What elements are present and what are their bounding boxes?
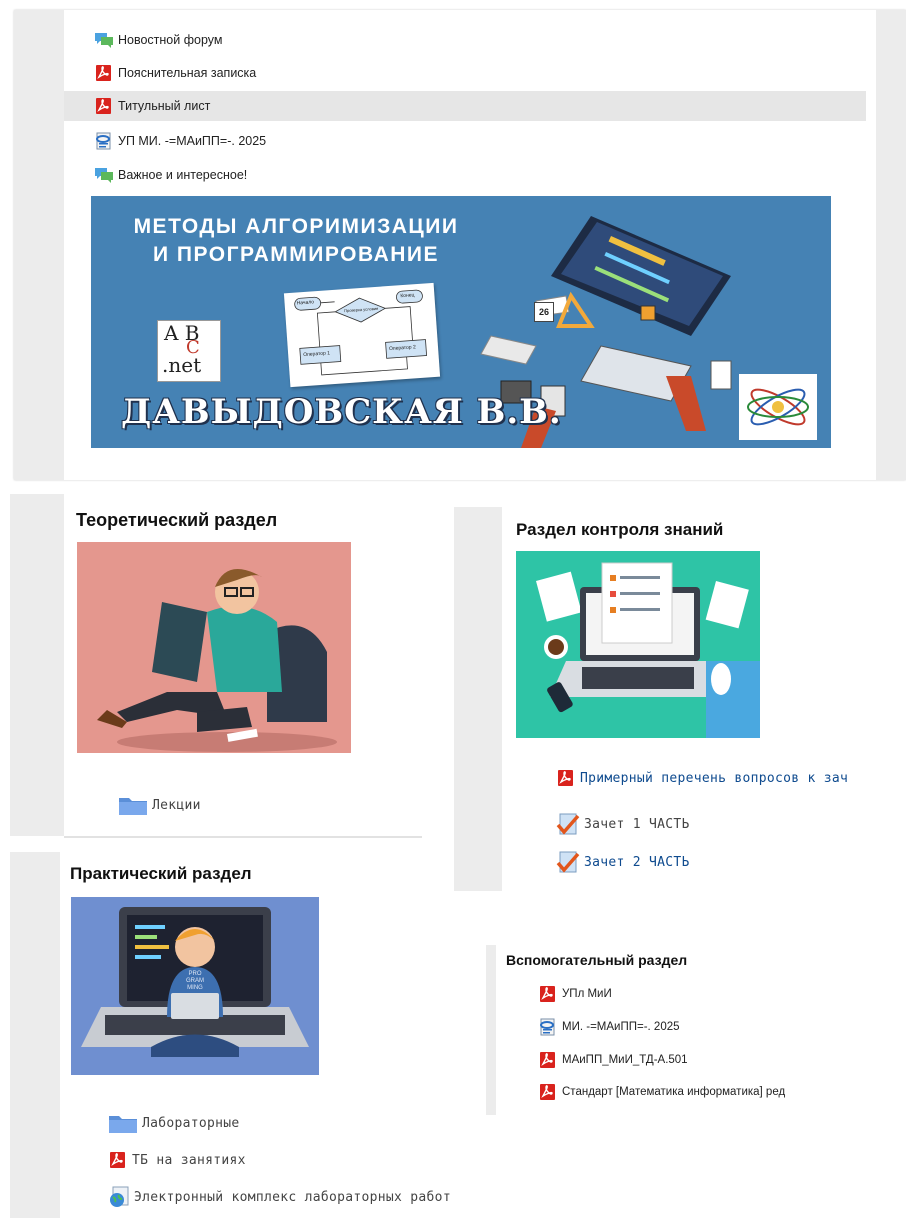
link-important[interactable]: Важное и интересное! [94, 165, 247, 185]
forum-icon [94, 30, 114, 50]
banner-author: ДАВЫДОВСКАЯ В.В. [121, 392, 562, 432]
link-label: Электронный комплекс лабораторных работ [134, 1189, 451, 1205]
top-panel-right-gutter [876, 10, 906, 480]
top-panel-left-gutter [14, 10, 64, 480]
link-label: Титульный лист [118, 99, 211, 113]
link-label: ТБ на занятиях [132, 1152, 246, 1168]
control-illustration [516, 551, 760, 738]
control-gutter [454, 507, 502, 891]
link-label: Зачет 1 ЧАСТЬ [584, 816, 690, 832]
practice-safety-pdf[interactable]: ТБ на занятиях [108, 1150, 246, 1170]
link-explanatory-note[interactable]: Пояснительная записка [94, 63, 256, 83]
practice-ecomplex-link[interactable]: Электронный комплекс лабораторных работ [108, 1186, 451, 1208]
folder-icon [108, 1112, 138, 1134]
aux-plan-doc[interactable]: МИ. -=МАиПП=-. 2025 [538, 1017, 680, 1037]
control-questions-pdf[interactable]: Примерный перечень вопросов к зач [556, 768, 848, 788]
link-label: Важное и интересное! [118, 168, 248, 182]
practice-labs-folder[interactable]: Лабораторные [108, 1112, 240, 1134]
pdf-icon [538, 1082, 558, 1102]
control-test-part2[interactable]: Зачет 2 ЧАСТЬ [556, 850, 690, 874]
link-label: Лабораторные [142, 1115, 240, 1131]
aux-gutter [486, 945, 496, 1115]
aux-curriculum-pdf[interactable]: УПл МиИ [538, 984, 612, 1004]
theory-bottom-rule [64, 836, 422, 838]
link-label: УП МИ. -=МАиПП=-. 2025 [118, 134, 267, 148]
atom-logo [739, 374, 817, 440]
link-label: УПл МиИ [562, 988, 612, 1000]
practice-section-title: Практический раздел [70, 864, 252, 883]
control-test-part1[interactable]: Зачет 1 ЧАСТЬ [556, 812, 690, 836]
pdf-icon [94, 63, 114, 83]
document-icon [538, 1017, 558, 1037]
abcnet-logo: A B C .net [157, 320, 221, 382]
globe-icon [108, 1186, 130, 1208]
pdf-icon [538, 984, 558, 1004]
shirt-text: PRO GRAM MING [186, 971, 204, 991]
pdf-icon [94, 96, 114, 116]
practice-illustration: PRO GRAM MING [71, 897, 319, 1075]
banner-title-line2: И ПРОГРАММИРОВАНИЕ [152, 243, 439, 266]
link-title-page[interactable]: Титульный лист [94, 96, 210, 116]
pdf-icon [538, 1050, 558, 1070]
calendar-icon: 26 [534, 302, 554, 322]
link-curriculum[interactable]: УП МИ. -=МАиПП=-. 2025 [94, 131, 266, 151]
banner-title-line1: МЕТОДЫ АЛГОРИМИЗАЦИИ [133, 215, 459, 238]
theory-gutter [10, 494, 64, 836]
document-icon [94, 131, 114, 151]
theory-illustration [77, 542, 351, 753]
link-label: Стандарт [Математика информатика] ред [562, 1086, 786, 1098]
theory-lectures-folder[interactable]: Лекции [118, 794, 201, 816]
flow-label: Начало [296, 299, 315, 307]
link-label: Лекции [152, 797, 201, 813]
logo-net: .net [162, 353, 202, 377]
pdf-icon [108, 1150, 128, 1170]
flowchart-illustration: Начало Проверка условия Конец Оператор 1… [283, 282, 441, 388]
theory-section-title: Теоретический раздел [76, 510, 278, 530]
practice-gutter [10, 852, 60, 1218]
pdf-icon [556, 768, 576, 788]
flow-label: Конец [400, 292, 415, 300]
link-label: Новостной форум [118, 33, 223, 47]
link-label: Пояснительная записка [118, 66, 257, 80]
control-section-title: Раздел контроля знаний [516, 520, 724, 539]
link-label: МАиПП_МиИ_ТД-А.501 [562, 1054, 688, 1066]
quiz-icon [556, 812, 580, 836]
link-news-forum[interactable]: Новостной форум [94, 30, 222, 50]
aux-section-title: Вспомогательный раздел [506, 952, 688, 968]
aux-td-pdf[interactable]: МАиПП_МиИ_ТД-А.501 [538, 1050, 688, 1070]
folder-icon [118, 794, 148, 816]
link-label: МИ. -=МАиПП=-. 2025 [562, 1021, 680, 1033]
quiz-icon [556, 850, 580, 874]
aux-standard-pdf[interactable]: Стандарт [Математика информатика] ред [538, 1082, 785, 1102]
course-banner: МЕТОДЫ АЛГОРИМИЗАЦИИ И ПРОГРАММИРОВАНИЕ … [91, 196, 831, 448]
link-label: Зачет 2 ЧАСТЬ [584, 854, 690, 870]
forum-icon [94, 165, 114, 185]
link-label: Примерный перечень вопросов к зач [580, 770, 849, 786]
